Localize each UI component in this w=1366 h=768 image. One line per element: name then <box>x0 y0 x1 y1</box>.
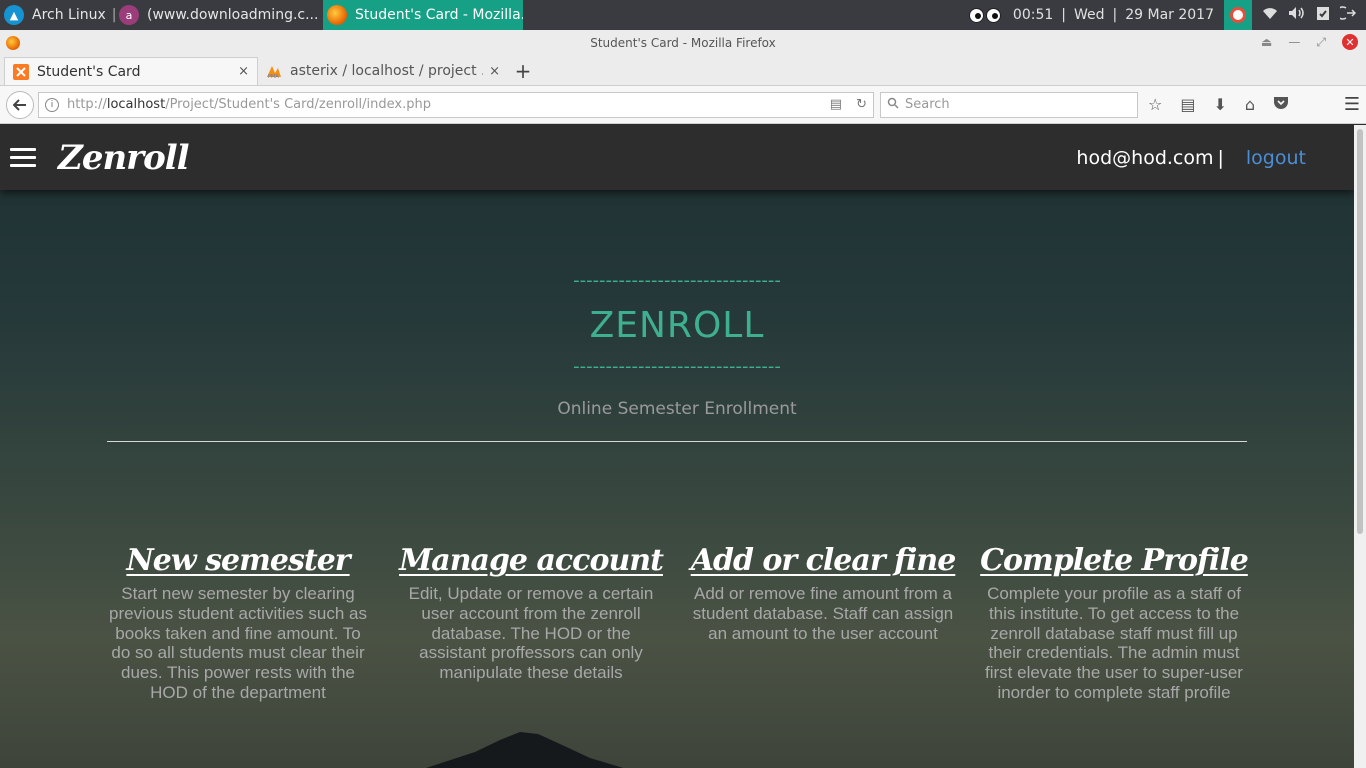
volume-icon[interactable] <box>1288 6 1306 24</box>
reload-icon[interactable]: ↻ <box>856 97 867 112</box>
new-tab-button[interactable]: + <box>508 57 538 85</box>
search-placeholder: Search <box>905 97 950 112</box>
system-taskbar: ▲ Arch Linux | a (www.downloadming.c... … <box>0 0 1366 30</box>
taskbar-task-arch[interactable]: ▲ Arch Linux | <box>0 0 115 30</box>
navigation-toolbar: i http://localhost/Project/Student's Car… <box>0 86 1366 124</box>
hamburger-menu-icon[interactable] <box>10 148 36 167</box>
tab-label: asterix / localhost / project ... <box>290 63 484 79</box>
site-navbar: Zenroll hod@hod.com | logout <box>0 125 1354 190</box>
taskbar-task-label: Student's Card - Mozilla... <box>355 7 523 23</box>
clock-separator: | <box>1112 7 1118 23</box>
taskbar-task-label: (www.downloadming.c... <box>147 7 319 23</box>
scrollbar-thumb[interactable] <box>1357 129 1363 534</box>
minimize-button[interactable]: — <box>1288 35 1300 49</box>
user-email: hod@hod.com <box>1076 146 1214 169</box>
window-titlebar: Student's Card - Mozilla Firefox ⏏ — ⤢ ✕ <box>0 30 1366 56</box>
tab-label: Student's Card <box>37 63 141 80</box>
mountain-silhouette <box>426 732 624 768</box>
clock-time: 00:51 <box>1012 7 1054 23</box>
url-bar[interactable]: i http://localhost/Project/Student's Car… <box>38 91 874 118</box>
site-info-icon[interactable]: i <box>45 97 59 112</box>
hero-divider-top: -------------------------------- <box>573 270 781 291</box>
url-text[interactable]: http://localhost/Project/Student's Card/… <box>67 97 816 112</box>
back-arrow-icon <box>13 98 26 111</box>
feature-add-clear-fine: Add or clear fine Add or remove fine amo… <box>690 543 957 643</box>
url-path: /Project/Student's Card/zenroll/index.ph… <box>165 97 431 112</box>
reader-view-icon[interactable]: ▤ <box>830 97 842 112</box>
pocket-icon[interactable] <box>1273 95 1289 114</box>
page-content: Zenroll hod@hod.com | logout -----------… <box>0 125 1354 768</box>
feature-manage-account: Manage account Edit, Update or remove a … <box>398 543 664 683</box>
screenshot-tool-icon[interactable] <box>1224 0 1252 30</box>
taskbar-task-firefox[interactable]: Student's Card - Mozilla... <box>323 0 523 30</box>
feature-title[interactable]: Complete Profile <box>980 543 1249 578</box>
downloads-icon[interactable]: ⬇ <box>1213 95 1226 114</box>
eject-icon[interactable]: ⏏ <box>1261 35 1272 49</box>
hero-divider-bottom: -------------------------------- <box>573 356 781 377</box>
arch-linux-icon: ▲ <box>4 5 24 25</box>
tab-students-card[interactable]: Student's Card × <box>4 57 258 85</box>
xampp-favicon-icon <box>13 63 29 80</box>
url-prefix: http:// <box>67 97 107 112</box>
wifi-icon[interactable] <box>1262 6 1278 24</box>
firefox-icon <box>6 36 20 50</box>
feature-description: Complete your profile as a staff of this… <box>985 584 1243 702</box>
user-separator: | <box>1217 146 1224 169</box>
url-host: localhost <box>106 97 166 112</box>
feature-title[interactable]: Manage account <box>398 543 664 578</box>
clock-day: Wed <box>1073 7 1105 23</box>
section-divider <box>107 441 1247 442</box>
hero-section: -------------------------------- ZENROLL… <box>0 270 1354 419</box>
feature-description: Edit, Update or remove a certain user ac… <box>408 584 654 683</box>
svg-text:PMA: PMA <box>268 74 279 79</box>
page-subtitle: Online Semester Enrollment <box>557 399 797 419</box>
taskbar-task-label: Arch Linux <box>32 7 106 23</box>
taskbar-task-download[interactable]: a (www.downloadming.c... <box>115 0 323 30</box>
tab-strip: Student's Card × PMA asterix / localhost… <box>0 56 1366 86</box>
close-window-button[interactable]: ✕ <box>1342 34 1358 50</box>
feature-description: Add or remove fine amount from a student… <box>692 584 954 643</box>
page-title: ZENROLL <box>589 305 765 346</box>
xeyes-icon <box>968 7 1001 23</box>
clock-separator: | <box>1061 7 1066 23</box>
window-title: Student's Card - Mozilla Firefox <box>590 36 776 50</box>
close-tab-icon[interactable]: × <box>489 64 500 79</box>
close-tab-icon[interactable]: × <box>238 64 249 79</box>
search-bar[interactable]: Search <box>880 91 1138 118</box>
site-brand[interactable]: Zenroll <box>58 138 190 178</box>
tab-phpmyadmin[interactable]: PMA asterix / localhost / project ... × <box>258 57 508 85</box>
feature-complete-profile: Complete Profile Complete your profile a… <box>980 543 1249 703</box>
feature-title[interactable]: Add or clear fine <box>690 543 957 578</box>
page-scrollbar[interactable] <box>1354 125 1366 768</box>
feature-description: Start new semester by clearing previous … <box>109 584 367 702</box>
bookmark-star-icon[interactable]: ☆ <box>1148 95 1162 114</box>
reading-list-icon[interactable]: ▤ <box>1180 95 1195 114</box>
maximize-button[interactable]: ⤢ <box>1316 35 1326 50</box>
logout-link[interactable]: logout <box>1246 147 1306 169</box>
feature-title[interactable]: New semester <box>104 543 372 578</box>
logout-power-icon[interactable] <box>1336 5 1357 25</box>
browser-app-icon: a <box>119 5 139 25</box>
back-button[interactable] <box>6 90 34 119</box>
search-icon <box>887 97 899 113</box>
home-icon[interactable]: ⌂ <box>1245 95 1255 114</box>
clock[interactable]: 00:51 | Wed | 29 Mar 2017 <box>1009 7 1218 23</box>
firefox-icon <box>327 5 347 25</box>
clock-date: 29 Mar 2017 <box>1125 7 1214 23</box>
feature-new-semester: New semester Start new semester by clear… <box>104 543 372 703</box>
open-menu-icon[interactable]: ☰ <box>1344 94 1360 115</box>
phpmyadmin-favicon-icon: PMA <box>267 66 281 79</box>
clipboard-icon[interactable] <box>1316 5 1330 25</box>
